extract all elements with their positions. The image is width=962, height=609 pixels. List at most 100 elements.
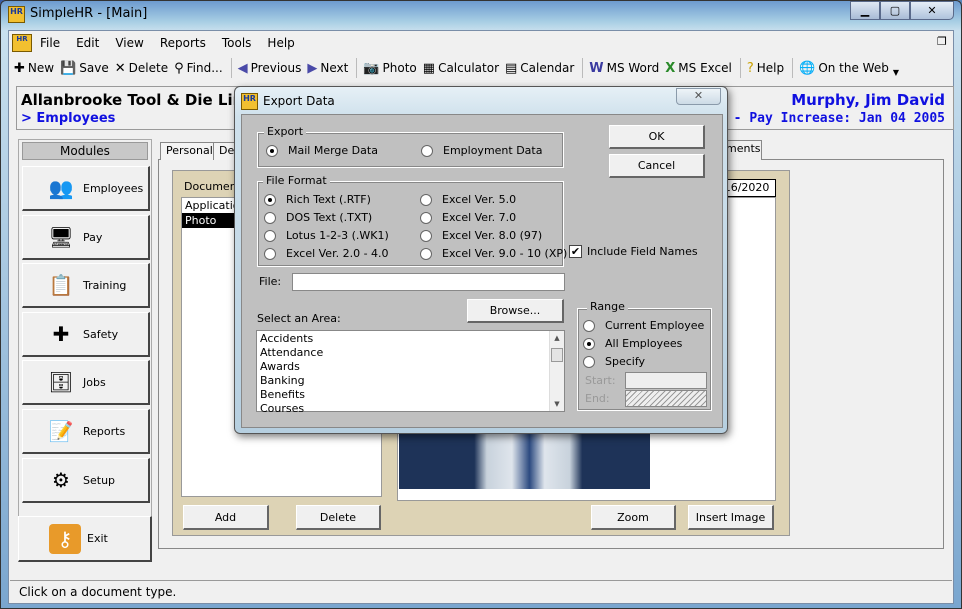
delete-button[interactable]: ✕ Delete (115, 61, 168, 76)
cancel-button[interactable]: Cancel (609, 154, 705, 178)
training-icon: 📋 (48, 273, 74, 297)
menu-tools[interactable]: Tools (222, 36, 252, 50)
scroll-up-icon[interactable]: ▲ (550, 331, 564, 345)
scroll-down-icon[interactable]: ▼ (550, 397, 564, 411)
maximize-button[interactable]: ▢ (880, 1, 910, 20)
module-employees[interactable]: 👥 Employees (22, 166, 150, 211)
next-button[interactable]: ▶ Next (307, 61, 348, 76)
radio-excel-7[interactable]: Excel Ver. 7.0 (420, 211, 516, 224)
restore-child-icon[interactable]: ❐ (937, 35, 947, 48)
radio-excel-9-10[interactable]: Excel Ver. 9.0 - 10 (XP) (420, 247, 567, 260)
module-safety[interactable]: ✚ Safety (22, 312, 150, 357)
checkmark-icon: ✔ (569, 245, 582, 258)
arrow-right-icon: ▶ (307, 60, 318, 76)
range-label: Range (587, 300, 628, 313)
module-setup[interactable]: ⚙ Setup (22, 458, 150, 503)
scroll-thumb[interactable] (551, 348, 563, 362)
floppy-icon: 💾 (60, 60, 77, 76)
radio-excel-2-4[interactable]: Excel Ver. 2.0 - 4.0 (264, 247, 389, 260)
new-button[interactable]: ✚ New (14, 61, 54, 76)
radio-txt[interactable]: DOS Text (.TXT) (264, 211, 372, 224)
find-button[interactable]: ⚲ Find... (174, 61, 223, 76)
photo-button[interactable]: 📷 Photo (363, 61, 416, 76)
list-item[interactable]: Courses (260, 402, 561, 416)
delete-document-button[interactable]: Delete (296, 505, 381, 530)
select-area-label: Select an Area: (257, 312, 341, 325)
previous-button[interactable]: ◀ Previous (238, 61, 302, 76)
menu-file[interactable]: File (40, 36, 60, 50)
minimize-button[interactable]: ▁ (850, 1, 880, 20)
radio-rtf[interactable]: Rich Text (.RTF) (264, 193, 371, 206)
on-the-web-button[interactable]: 🌐 On the Web ▼ (799, 60, 899, 77)
calendar-icon: ▤ (505, 60, 518, 76)
modules-title: Modules (22, 142, 148, 160)
list-item[interactable]: Awards (260, 360, 561, 374)
hr-app-icon: HR (241, 93, 258, 110)
start-label: Start: (585, 374, 616, 387)
employee-name: Murphy, Jim David (791, 91, 945, 109)
module-training[interactable]: 📋 Training (22, 263, 150, 308)
plus-icon: ✚ (14, 60, 25, 76)
menu-reports[interactable]: Reports (160, 36, 206, 50)
area-list[interactable]: Accidents Attendance Awards Banking Bene… (256, 330, 565, 415)
tab-personal[interactable]: Personal (160, 142, 219, 160)
save-button[interactable]: 💾 Save (60, 61, 109, 76)
arrow-left-icon: ◀ (237, 60, 248, 76)
key-icon: ⚷ (49, 523, 81, 554)
ms-word-button[interactable]: W MS Word (589, 61, 659, 76)
employee-subtitle: ring - Pay Increase: Jan 04 2005 (694, 111, 945, 126)
setup-icon: ⚙ (52, 468, 70, 492)
list-item[interactable]: Attendance (260, 346, 561, 360)
radio-employment-data[interactable]: Employment Data (421, 144, 542, 157)
ok-button[interactable]: OK (609, 125, 705, 149)
exit-button[interactable]: ⚷ Exit (18, 516, 152, 562)
employees-icon: 👥 (48, 176, 74, 200)
pay-icon: 🖥 (48, 225, 74, 249)
radio-specify[interactable]: Specify (583, 355, 645, 368)
calendar-button[interactable]: ▤ Calendar (505, 61, 574, 76)
mdi-app-icon: HR (12, 34, 32, 52)
ms-excel-button[interactable]: X MS Excel (665, 61, 732, 76)
dialog-title: Export Data (263, 94, 335, 108)
list-item[interactable]: Accidents (260, 332, 561, 346)
menu-view[interactable]: View (115, 36, 143, 50)
export-group-label: Export (264, 125, 307, 138)
browse-button[interactable]: Browse... (467, 299, 564, 323)
question-icon: ? (746, 60, 754, 76)
radio-excel-8[interactable]: Excel Ver. 8.0 (97) (420, 229, 542, 242)
list-item[interactable]: Benefits (260, 388, 561, 402)
add-button[interactable]: Add (183, 505, 269, 530)
dropdown-arrow-icon[interactable]: ▼ (893, 68, 899, 77)
radio-all-employees[interactable]: All Employees (583, 337, 682, 350)
radio-wk1[interactable]: Lotus 1-2-3 (.WK1) (264, 229, 389, 242)
toolbar: ✚ New 💾 Save ✕ Delete ⚲ Find... ◀ Previous ▶ N… (14, 57, 905, 79)
help-button[interactable]: ? Help (747, 61, 784, 76)
include-field-names-checkbox[interactable]: ✔ Include Field Names (569, 245, 698, 258)
area-list-scrollbar[interactable]: ▲ ▼ (549, 331, 564, 411)
insert-image-button[interactable]: Insert Image (688, 505, 774, 530)
module-reports[interactable]: 📝 Reports (22, 409, 150, 454)
menu-help[interactable]: Help (267, 36, 294, 50)
dialog-body: Export Mail Merge Data Employment Data F… (241, 114, 723, 428)
module-jobs[interactable]: 🗄 Jobs (22, 360, 150, 405)
status-bar: Click on a document type. (10, 580, 952, 602)
end-field[interactable] (625, 390, 707, 407)
radio-mail-merge[interactable]: Mail Merge Data (266, 144, 378, 157)
menu-edit[interactable]: Edit (76, 36, 99, 50)
close-button[interactable]: ✕ (910, 1, 954, 20)
start-field[interactable] (625, 372, 707, 389)
notepad-icon: 📝 (48, 419, 74, 443)
radio-excel-5[interactable]: Excel Ver. 5.0 (420, 193, 516, 206)
zoom-button[interactable]: Zoom (591, 505, 676, 530)
document-label: Document (184, 180, 241, 193)
radio-current-employee[interactable]: Current Employee (583, 319, 704, 332)
calculator-button[interactable]: ▦ Calculator (423, 61, 499, 76)
filing-cabinet-icon: 🗄 (48, 370, 74, 394)
breadcrumb: > Employees (21, 111, 116, 126)
dialog-close-button[interactable]: ✕ (676, 88, 721, 105)
list-item[interactable]: Banking (260, 374, 561, 388)
file-input[interactable] (292, 273, 565, 291)
end-label: End: (585, 392, 610, 405)
export-data-dialog: HR Export Data ✕ Export Mail Merge Data … (234, 86, 728, 434)
module-pay[interactable]: 🖥 Pay (22, 215, 150, 260)
